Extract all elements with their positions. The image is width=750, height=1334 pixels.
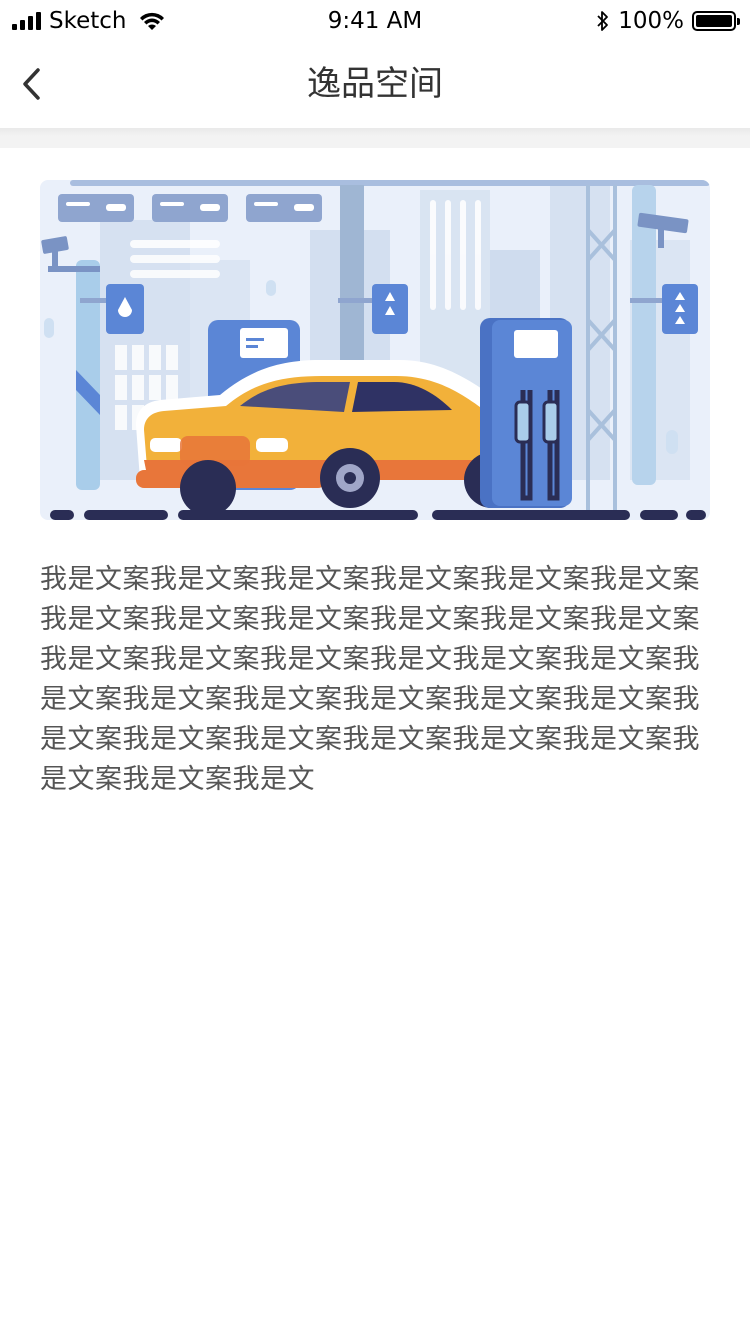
nav-divider <box>0 128 750 148</box>
page-title: 逸品空间 <box>307 64 443 104</box>
battery-percent: 100% <box>618 8 684 34</box>
content-text: 我是文案我是文案我是文案我是文案我是文案我是文案我是文案我是文案我是文案我是文案… <box>40 564 700 795</box>
nav-bar: 逸品空间 <box>0 40 750 128</box>
car-fuel-station-illustration <box>40 180 710 520</box>
battery-fill <box>696 15 732 27</box>
bluetooth-icon <box>597 11 609 31</box>
banner-image <box>40 180 710 520</box>
status-right: 100% <box>596 6 740 36</box>
chevron-left-icon <box>23 68 40 100</box>
battery-icon <box>692 11 740 31</box>
back-button[interactable] <box>10 60 54 108</box>
status-bar: Sketch 9:41 AM 100% <box>0 0 750 40</box>
